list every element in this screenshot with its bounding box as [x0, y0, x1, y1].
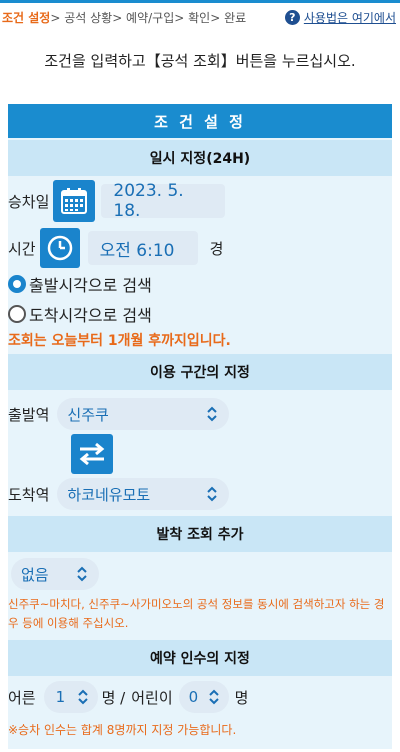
- select-arrows-icon: [207, 686, 221, 708]
- datetime-section-heading: 일시 지정(24H): [8, 140, 392, 176]
- radio-departure[interactable]: 출발시각으로 검색: [8, 272, 152, 296]
- progress-steps: 조건 설정> 공석 상황> 예약/구입> 확인> 완료: [2, 9, 246, 26]
- select-arrows-icon: [205, 483, 219, 505]
- date-row: 승차일 2023. 5. 18.: [8, 180, 226, 222]
- extra-search-select[interactable]: 없음: [11, 558, 99, 590]
- to-station-select[interactable]: 하코네유모토: [57, 478, 230, 510]
- child-count-value: 0: [188, 688, 199, 706]
- time-input[interactable]: 오전 6:10: [87, 231, 198, 265]
- radio-arrival[interactable]: 도착시각으로 검색: [8, 302, 152, 326]
- instruction-text: 조건을 입력하고【공석 조회】버튼을 누르십시오.: [44, 52, 356, 70]
- clock-button[interactable]: [39, 228, 80, 268]
- adult-unit: 명 /: [101, 688, 126, 707]
- time-label: 시간: [8, 239, 36, 258]
- clock-icon: [47, 235, 72, 261]
- adult-count-value: 1: [55, 688, 66, 706]
- to-station-value: 하코네유모토: [67, 485, 151, 504]
- question-icon: ?: [284, 10, 300, 25]
- date-label: 승차일: [8, 192, 50, 211]
- step-remaining: > 공석 상황> 예약/구입> 확인> 완료: [50, 11, 247, 25]
- swap-icon: [79, 442, 105, 466]
- from-label: 출발역: [8, 405, 50, 424]
- radio-arrival-indicator[interactable]: [8, 305, 26, 323]
- date-input[interactable]: 2023. 5. 18.: [101, 181, 226, 221]
- swap-stations-button[interactable]: [71, 434, 113, 474]
- passenger-section-heading: 예약 인수의 지정: [8, 640, 392, 676]
- adult-count-select[interactable]: 1: [43, 681, 98, 713]
- condition-panel: 조 건 설 정 일시 지정(24H) 승차일 2023. 5. 18. 시간 오…: [8, 104, 392, 749]
- time-row: 시간 오전 6:10 경: [8, 228, 223, 268]
- radio-departure-label: 출발시각으로 검색: [29, 276, 152, 295]
- help-link[interactable]: ? 사용법은 여기에서: [284, 9, 396, 26]
- from-row: 출발역 신주쿠: [8, 398, 230, 430]
- child-label: 어린이: [131, 688, 173, 707]
- help-link-label: 사용법은 여기에서: [303, 11, 396, 25]
- from-station-value: 신주쿠: [67, 405, 109, 424]
- radio-arrival-label: 도착시각으로 검색: [29, 306, 152, 325]
- calendar-button[interactable]: [53, 180, 96, 222]
- adult-label: 어른: [8, 688, 36, 707]
- select-arrows-icon: [205, 403, 219, 425]
- radio-departure-indicator[interactable]: [8, 275, 26, 293]
- extra-section-heading: 발착 조회 추가: [8, 516, 392, 552]
- passenger-limit-note: ※승차 인수는 합계 8명까지 지정 가능합니다.: [8, 723, 237, 737]
- to-row: 도착역 하코네유모토: [8, 478, 230, 510]
- panel-title: 조 건 설 정: [8, 104, 392, 138]
- calendar-icon: [61, 188, 88, 214]
- from-station-select[interactable]: 신주쿠: [57, 398, 230, 430]
- select-arrows-icon: [75, 563, 89, 585]
- passenger-row: 어른 1 명 / 어린이 0 명: [8, 681, 248, 713]
- select-arrows-icon: [76, 686, 90, 708]
- step-current: 조건 설정: [2, 11, 51, 25]
- child-unit: 명: [234, 688, 249, 707]
- time-suffix: 경: [209, 239, 224, 258]
- extra-search-note: 신주쿠~마치다, 신주쿠~사가미오노의 공석 정보를 동시에 검색하고자 하는 …: [8, 597, 385, 630]
- top-nav-bar: 조건 설정> 공석 상황> 예약/구입> 확인> 완료 ? 사용법은 여기에서: [0, 0, 400, 32]
- date-range-note: 조회는 오늘부터 1개월 후까지입니다.: [8, 333, 231, 349]
- to-label: 도착역: [8, 485, 50, 504]
- extra-search-value: 없음: [21, 565, 49, 584]
- child-count-select[interactable]: 0: [178, 681, 229, 713]
- route-section-heading: 이용 구간의 지정: [8, 354, 392, 390]
